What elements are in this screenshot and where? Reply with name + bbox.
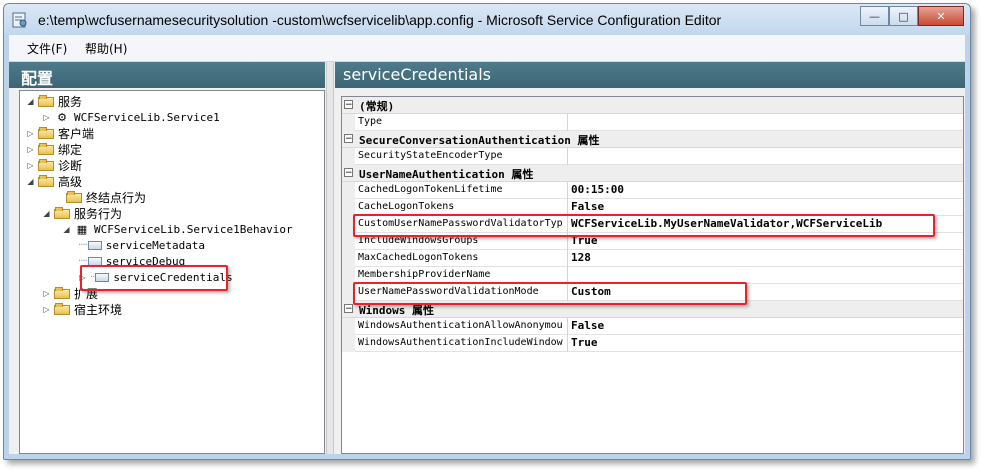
folder-icon (38, 175, 54, 187)
property-grid[interactable]: − (常规) Type − SecureConversationAuthenti… (341, 96, 964, 454)
tree-item-label: 绑定 (58, 142, 83, 157)
collapsed-icon[interactable]: ▷ (26, 161, 35, 170)
property-name: MembershipProviderName (358, 269, 491, 280)
tree-item-advanced[interactable]: ◢ 高级 (26, 173, 82, 189)
collapsed-icon[interactable]: ▷ (42, 305, 51, 314)
expanded-icon[interactable]: ◢ (26, 177, 35, 186)
property-value[interactable]: 128 (571, 251, 591, 264)
client-area: 配置 ◢ 服务 ▷ ⚙ WCFServiceLib.Service1 ▷ 客户端 ▷ 绑定… (9, 62, 965, 454)
pane-splitter[interactable] (326, 62, 334, 454)
collapse-icon[interactable]: − (344, 134, 353, 144)
tree-item-label: 服务 (58, 94, 83, 109)
properties-header-label: serviceCredentials (343, 65, 491, 84)
menu-help[interactable]: 帮助(H) (85, 40, 127, 57)
category-username-authentication[interactable]: − UserNameAuthentication 属性 (342, 165, 963, 182)
tree-item-service1-behavior[interactable]: ◢ ▦ WCFServiceLib.Service1Behavior (62, 221, 293, 237)
tree-item-service-metadata[interactable]: ···· serviceMetadata (78, 237, 205, 253)
property-name: CachedLogonTokenLifetime (358, 184, 503, 195)
config-editor-icon (12, 12, 27, 28)
category-label: UserNameAuthentication 属性 (359, 168, 534, 181)
property-name: WindowsAuthenticationAllowAnonymou (358, 320, 563, 331)
property-name: MaxCachedLogonTokens (358, 252, 479, 263)
tree-item-label: WCFServiceLib.Service1Behavior (94, 222, 293, 236)
folder-icon (66, 191, 82, 203)
tree-item-label: WCFServiceLib.Service1 (74, 110, 220, 124)
tree-item-diagnostics[interactable]: ▷ 诊断 (26, 157, 82, 173)
property-max-cached-logon-tokens[interactable]: MaxCachedLogonTokens 128 (342, 250, 963, 267)
tree-item-service1[interactable]: ▷ ⚙ WCFServiceLib.Service1 (42, 109, 220, 125)
tree-item-clients[interactable]: ▷ 客户端 (26, 125, 94, 141)
tree-item-label: 服务行为 (74, 206, 123, 221)
configuration-header-label: 配置 (21, 69, 54, 88)
maximize-icon: □ (898, 9, 909, 23)
menu-bar: 文件(F) 帮助(H) (9, 35, 965, 62)
window-title: e:\temp\wcfusernamesecuritysolution -cus… (38, 12, 722, 28)
property-value[interactable]: False (571, 200, 604, 213)
behavior-icon: ▦ (76, 222, 88, 236)
element-icon (87, 240, 102, 250)
collapsed-icon[interactable]: ▷ (26, 129, 35, 138)
tree-item-service-behaviors[interactable]: ◢ 服务行为 (42, 205, 122, 221)
tree-item-label: 宿主环境 (74, 302, 123, 317)
collapse-icon[interactable]: − (344, 304, 353, 314)
property-security-state-encoder-type[interactable]: SecurityStateEncoderType (342, 148, 963, 165)
close-icon: ✕ (936, 9, 946, 23)
tree-item-services[interactable]: ◢ 服务 (26, 93, 82, 109)
tree-item-label: 高级 (58, 174, 83, 189)
expanded-icon[interactable]: ◢ (42, 209, 51, 218)
configuration-pane: 配置 ◢ 服务 ▷ ⚙ WCFServiceLib.Service1 ▷ 客户端 ▷ 绑定… (9, 62, 325, 454)
menu-file[interactable]: 文件(F) (27, 40, 67, 57)
properties-pane: serviceCredentials − (常规) Type − SecureC… (335, 62, 965, 454)
tree-item-label: 诊断 (58, 158, 83, 173)
tree-item-bindings[interactable]: ▷ 绑定 (26, 141, 82, 157)
maximize-button[interactable]: □ (889, 6, 918, 26)
property-name: SecurityStateEncoderType (358, 150, 503, 161)
properties-header: serviceCredentials (335, 62, 965, 88)
tree-item-hosting-environment[interactable]: ▷ 宿主环境 (42, 301, 122, 317)
property-value[interactable]: False (571, 319, 604, 332)
category-label: SecureConversationAuthentication 属性 (359, 134, 600, 147)
property-name: Type (358, 116, 383, 127)
property-type[interactable]: Type (342, 114, 963, 131)
collapse-icon[interactable]: − (344, 168, 353, 178)
app-window: e:\temp\wcfusernamesecuritysolution -cus… (3, 3, 971, 460)
property-name: WindowsAuthenticationIncludeWindow (358, 337, 563, 348)
minimize-icon: — (869, 9, 880, 23)
collapsed-icon[interactable]: ▷ (42, 289, 51, 298)
configuration-tree[interactable]: ◢ 服务 ▷ ⚙ WCFServiceLib.Service1 ▷ 客户端 ▷ 绑定 ▷ 诊… (19, 90, 325, 454)
minimize-button[interactable]: — (860, 6, 889, 26)
tree-item-label: 客户端 (58, 126, 95, 141)
folder-icon (38, 143, 54, 155)
folder-icon (38, 159, 54, 171)
property-windows-allow-anonymous[interactable]: WindowsAuthenticationAllowAnonymou False (342, 318, 963, 335)
folder-icon (54, 303, 70, 315)
collapsed-icon[interactable]: ▷ (42, 113, 51, 122)
highlight-custom-validator (353, 214, 935, 237)
category-secure-conversation[interactable]: − SecureConversationAuthentication 属性 (342, 131, 963, 148)
folder-icon (38, 127, 54, 139)
property-windows-include-windows-groups[interactable]: WindowsAuthenticationIncludeWindow True (342, 335, 963, 352)
folder-icon (54, 287, 70, 299)
collapsed-icon[interactable]: ▷ (26, 145, 35, 154)
collapse-icon[interactable]: − (344, 100, 353, 110)
category-label: (常规) (359, 100, 395, 113)
property-cached-logon-token-lifetime[interactable]: CachedLogonTokenLifetime 00:15:00 (342, 182, 963, 199)
configuration-header: 配置 (9, 62, 325, 88)
property-value[interactable]: 00:15:00 (571, 183, 624, 196)
folder-icon (54, 207, 70, 219)
title-bar[interactable]: e:\temp\wcfusernamesecuritysolution -cus… (4, 4, 970, 35)
folder-icon (38, 95, 54, 107)
property-name: CacheLogonTokens (358, 201, 455, 212)
tree-item-label: serviceMetadata (105, 238, 206, 252)
highlight-validation-mode (353, 282, 747, 305)
tree-item-endpoint-behaviors[interactable]: 终结点行为 (54, 189, 146, 205)
service-gear-icon: ⚙ (57, 110, 67, 124)
close-button[interactable]: ✕ (918, 6, 964, 26)
expanded-icon[interactable]: ◢ (62, 225, 71, 234)
property-value[interactable]: True (571, 336, 598, 349)
expanded-icon[interactable]: ◢ (26, 97, 35, 106)
category-general[interactable]: − (常规) (342, 97, 963, 114)
tree-item-label: 终结点行为 (86, 190, 147, 205)
highlight-service-credentials (80, 265, 228, 291)
